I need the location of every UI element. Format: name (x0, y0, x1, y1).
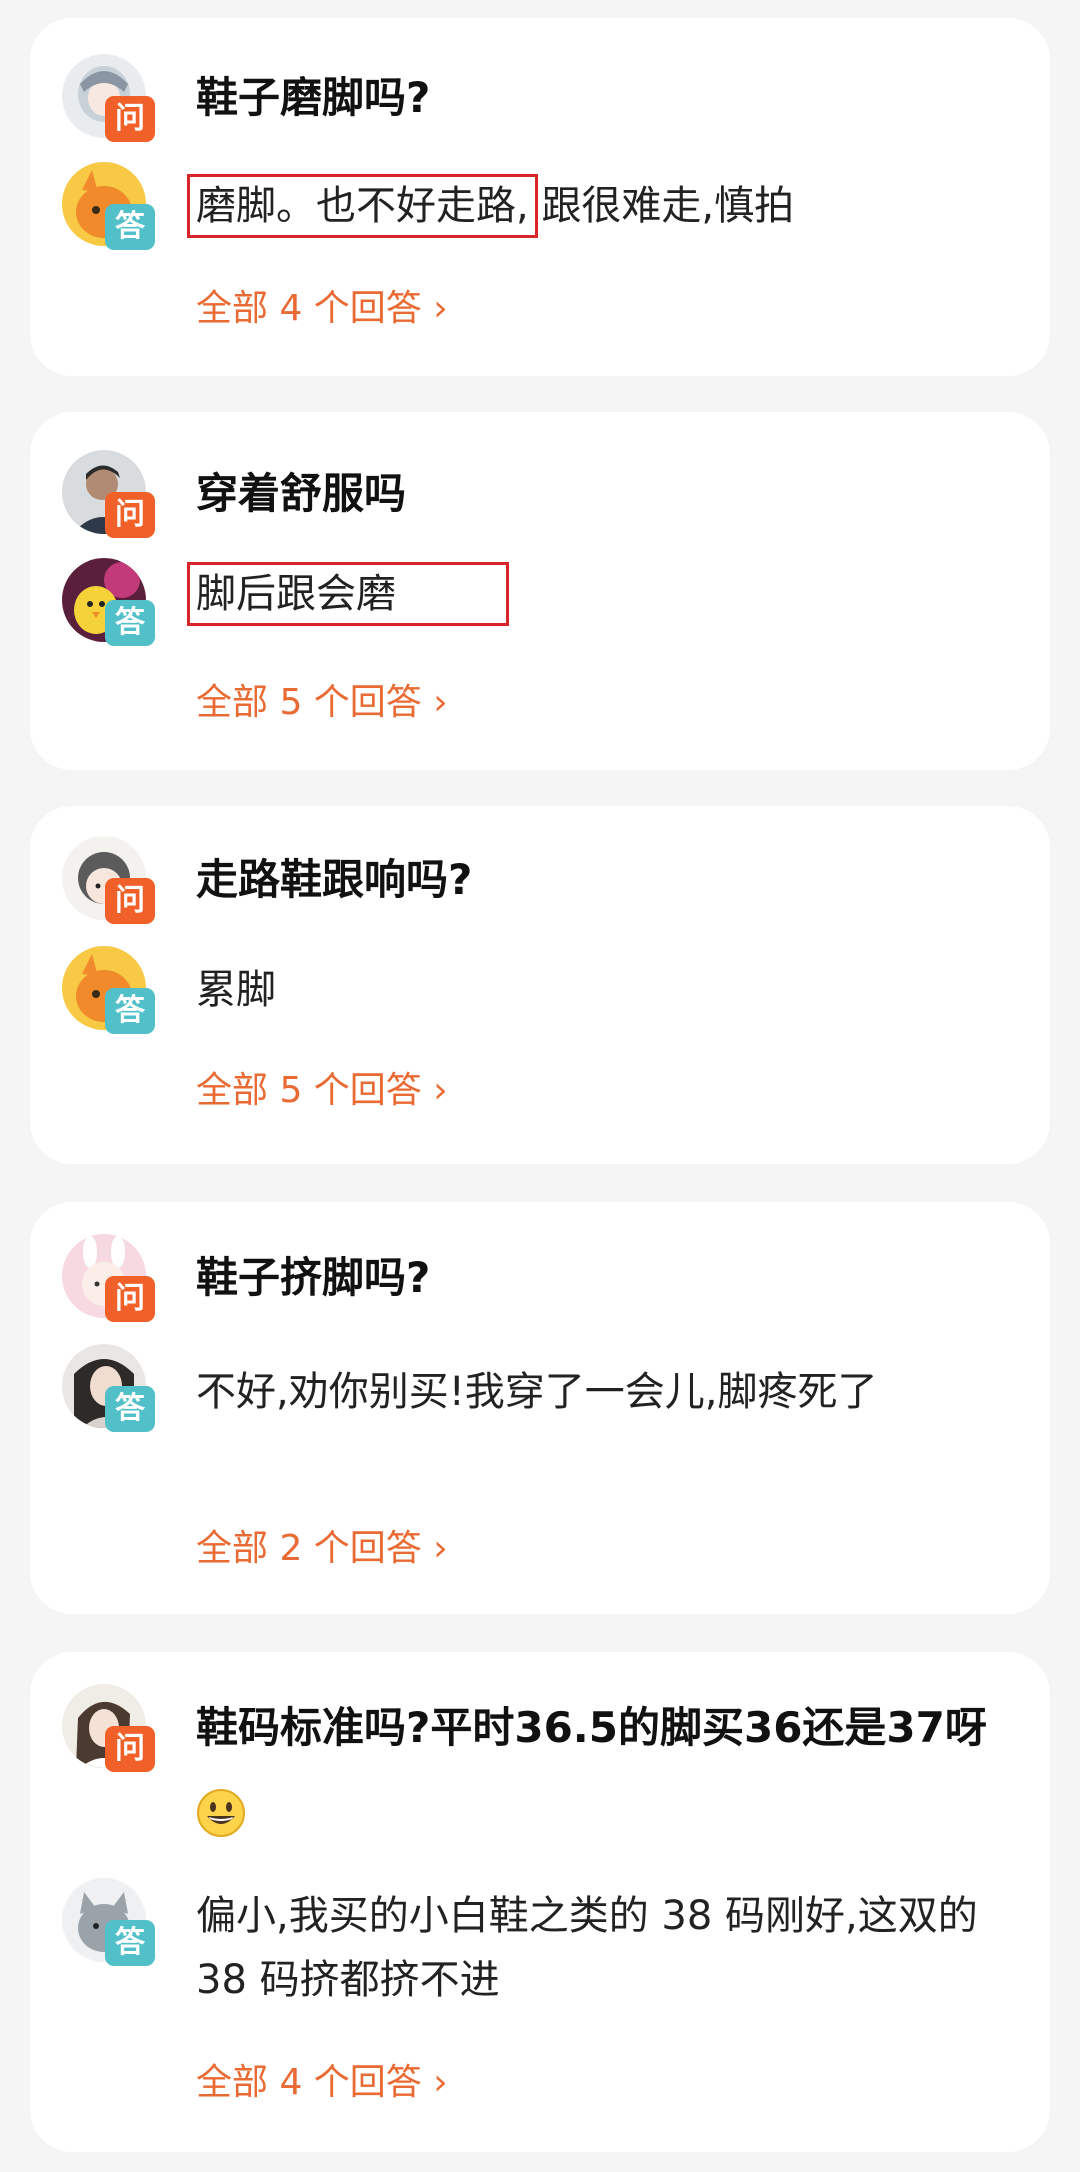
all-answers-link[interactable]: 全部 2 个回答 › (196, 1524, 448, 1574)
asker-avatar: 问 (62, 1234, 155, 1322)
grinning-face-emoji-icon (197, 1789, 245, 1837)
asker-avatar: 问 (62, 836, 155, 924)
question-text[interactable]: 穿着舒服吗 (196, 450, 1020, 538)
answer-badge: 答 (105, 600, 155, 646)
answer-text[interactable]: 不好,劝你别买!我穿了一会儿,脚疼死了 (196, 1360, 1012, 1424)
qa-card-2[interactable]: 问 穿着舒服吗 答 脚后跟会磨 全部 5 个回答 › (30, 412, 1050, 770)
qa-card-3[interactable]: 问 走路鞋跟响吗? 答 累脚 全部 5 个回答 › (30, 806, 1050, 1164)
asker-avatar: 问 (62, 54, 155, 142)
question-text[interactable]: 鞋子磨脚吗? (196, 54, 1020, 142)
qa-card-4[interactable]: 问 鞋子挤脚吗? 答 不好,劝你别买!我穿了一会儿,脚疼死了 全部 2 个回答 … (30, 1202, 1050, 1614)
highlighted-answer-segment: 磨脚。也不好走路, (187, 174, 538, 238)
answerer-avatar: 答 (62, 162, 155, 250)
question-text[interactable]: 鞋码标准吗?平时36.5的脚买36还是37呀 (196, 1684, 1020, 1860)
asker-avatar: 问 (62, 1684, 155, 1772)
question-text[interactable]: 鞋子挤脚吗? (196, 1234, 1020, 1322)
all-answers-link[interactable]: 全部 5 个回答 › (196, 678, 448, 728)
all-answers-link[interactable]: 全部 5 个回答 › (196, 1066, 448, 1116)
all-answers-link[interactable]: 全部 4 个回答 › (196, 284, 448, 334)
answerer-avatar: 答 (62, 1878, 155, 1966)
question-text-content: 鞋码标准吗?平时36.5的脚买36还是37呀 (196, 1703, 987, 1752)
answerer-avatar: 答 (62, 1344, 155, 1432)
highlighted-answer-segment: 脚后跟会磨 (187, 562, 509, 626)
qa-card-1[interactable]: 问 鞋子磨脚吗? 答 磨脚。也不好走路, 跟很难走,慎拍 全部 4 个回答 › (30, 18, 1050, 376)
answer-rest: 跟很难走,慎拍 (541, 183, 795, 229)
answer-badge: 答 (105, 988, 155, 1034)
answer-text[interactable]: 脚后跟会磨 (187, 562, 1012, 626)
answer-badge: 答 (105, 204, 155, 250)
question-text[interactable]: 走路鞋跟响吗? (196, 836, 1020, 924)
qa-card-5[interactable]: 问 鞋码标准吗?平时36.5的脚买36还是37呀 答 偏小,我买的小白鞋之类的 … (30, 1652, 1050, 2152)
asker-avatar: 问 (62, 450, 155, 538)
ask-badge: 问 (105, 878, 155, 924)
ask-badge: 问 (105, 96, 155, 142)
ask-badge: 问 (105, 1726, 155, 1772)
ask-badge: 问 (105, 492, 155, 538)
answer-badge: 答 (105, 1920, 155, 1966)
qa-page: 问 鞋子磨脚吗? 答 磨脚。也不好走路, 跟很难走,慎拍 全部 4 个回答 › (0, 0, 1080, 2172)
answer-text[interactable]: 磨脚。也不好走路, 跟很难走,慎拍 (187, 174, 1012, 238)
answer-badge: 答 (105, 1386, 155, 1432)
answer-text[interactable]: 累脚 (196, 958, 1012, 1022)
ask-badge: 问 (105, 1276, 155, 1322)
all-answers-link[interactable]: 全部 4 个回答 › (196, 2058, 448, 2108)
answerer-avatar: 答 (62, 946, 155, 1034)
answer-text[interactable]: 偏小,我买的小白鞋之类的 38 码刚好,这双的 38 码挤都挤不进 (196, 1884, 990, 2012)
answerer-avatar: 答 (62, 558, 155, 646)
